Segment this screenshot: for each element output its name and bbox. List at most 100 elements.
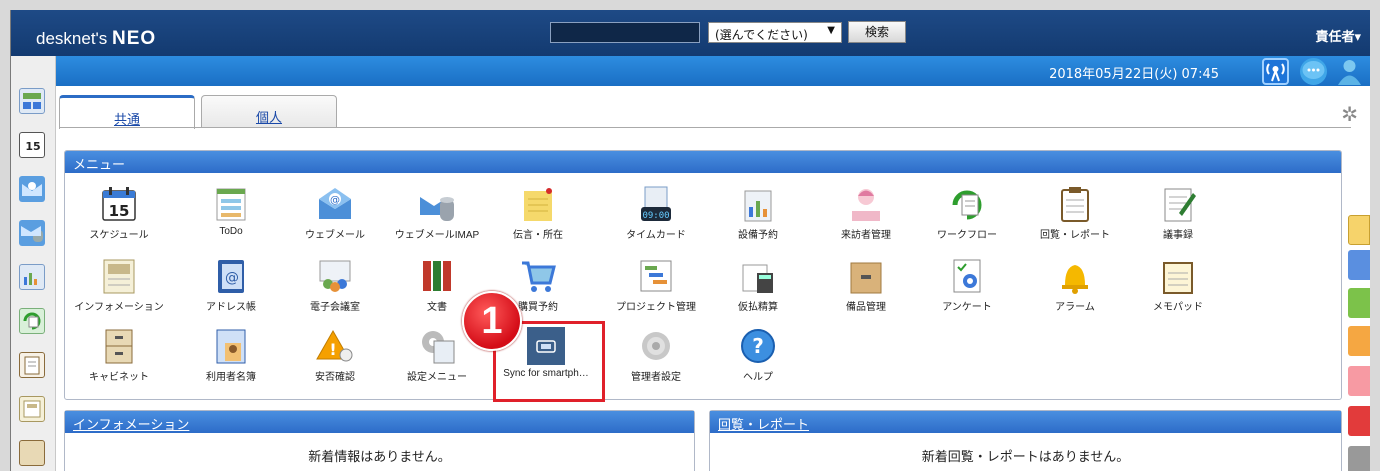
app-label: 伝言・所在: [513, 230, 563, 241]
app-circular-report[interactable]: 回覧・レポート: [1025, 185, 1125, 241]
right-widget-red[interactable]: [1348, 406, 1370, 436]
right-widget-memo[interactable]: [1348, 215, 1370, 245]
user-icon[interactable]: [1336, 58, 1363, 85]
app-label: ヘルプ: [743, 372, 773, 383]
top-header: desknet's NEO (選んでください) ▼ 検索 責任者▾: [11, 10, 1370, 56]
app-timecard[interactable]: 09:00 タイムカード: [606, 185, 706, 241]
logo[interactable]: desknet's NEO: [36, 28, 156, 50]
tab-divider: [59, 127, 1351, 128]
app-message[interactable]: 伝言・所在: [488, 185, 588, 241]
app-facility[interactable]: 設備予約: [708, 185, 808, 241]
app-webmail-imap[interactable]: ウェブメールIMAP: [387, 185, 487, 241]
app-visitor[interactable]: 来訪者管理: [816, 185, 916, 241]
app-label: スケジュール: [89, 230, 149, 241]
sidebar-cabinet-icon[interactable]: [19, 440, 45, 466]
app-schedule[interactable]: 15 スケジュール: [69, 185, 169, 241]
search-button[interactable]: 検索: [848, 21, 906, 43]
memo-icon: [519, 185, 557, 223]
svg-text:15: 15: [109, 202, 130, 220]
sidebar-calendar-icon[interactable]: 15: [19, 132, 45, 158]
gear-icon[interactable]: ✲: [1341, 102, 1358, 126]
app-expense[interactable]: 仮払精算: [708, 257, 808, 313]
svg-text:?: ?: [752, 334, 764, 358]
app-cabinet[interactable]: キャビネット: [69, 327, 169, 383]
information-empty-message: 新着情報はありません。: [308, 450, 451, 465]
information-panel-link[interactable]: インフォメーション: [73, 418, 189, 433]
sidebar-mail-imap-icon[interactable]: [19, 220, 45, 246]
right-widget-orange[interactable]: [1348, 326, 1370, 356]
webmail-icon: @: [316, 185, 354, 223]
app-alarm[interactable]: アラーム: [1025, 257, 1125, 313]
right-widget-green[interactable]: [1348, 288, 1370, 318]
app-webmail[interactable]: @ ウェブメール: [285, 185, 385, 241]
app-label: 安否確認: [315, 372, 355, 383]
cabinet-icon: [100, 327, 138, 365]
sidebar-report-icon[interactable]: [19, 352, 45, 378]
app-label: 設定メニュー: [407, 372, 467, 383]
chat-icon[interactable]: [1300, 58, 1327, 85]
app-user-directory[interactable]: 利用者名簿: [181, 327, 281, 383]
information-panel: インフォメーション 新着情報はありません。: [64, 410, 695, 471]
menu-panel-header: メニュー: [65, 151, 1341, 173]
app-conference[interactable]: 電子会議室: [285, 257, 385, 313]
app-label: 回覧・レポート: [1040, 230, 1110, 241]
right-widget-pink[interactable]: [1348, 366, 1370, 396]
sidebar-facility-icon[interactable]: [19, 264, 45, 290]
circular-panel: 回覧・レポート 新着回覧・レポートはありません。: [709, 410, 1342, 471]
app-minutes[interactable]: 議事録: [1128, 185, 1228, 241]
app-information[interactable]: インフォメーション: [69, 257, 169, 313]
svg-text:09:00: 09:00: [642, 211, 669, 221]
admin-gear-icon: [637, 327, 675, 365]
help-icon: ?: [739, 327, 777, 365]
document-icon: [418, 257, 456, 295]
app-equipment[interactable]: 備品管理: [816, 257, 916, 313]
circular-empty-message: 新着回覧・レポートはありません。: [921, 450, 1130, 465]
todo-icon: [212, 185, 250, 223]
status-bar: 2018年05月22日(火) 07:45: [56, 56, 1370, 86]
user-menu[interactable]: 責任者▾: [1315, 26, 1361, 45]
app-label: アドレス帳: [206, 302, 256, 313]
current-datetime: 2018年05月22日(火) 07:45: [1049, 67, 1219, 82]
tab-common[interactable]: 共通: [59, 95, 195, 129]
menu-panel: メニュー 15 スケジュール ToDo @ ウェブメール ウェブメールIMAP: [64, 150, 1342, 402]
app-project[interactable]: プロジェクト管理: [606, 257, 706, 313]
safety-icon: !: [316, 327, 354, 365]
app-admin-settings[interactable]: 管理者設定: [606, 327, 706, 383]
app-label: 電子会議室: [310, 302, 360, 313]
circular-panel-link[interactable]: 回覧・レポート: [718, 418, 809, 433]
conference-icon: [316, 257, 354, 295]
logo-text: desknet's: [36, 29, 108, 48]
logo-neo: NEO: [112, 28, 157, 49]
right-widget-blue[interactable]: [1348, 250, 1370, 280]
app-survey[interactable]: アンケート: [917, 257, 1017, 313]
app-workflow[interactable]: ワークフロー: [917, 185, 1017, 241]
sidebar-portal-icon[interactable]: [19, 88, 45, 114]
user-directory-icon: [212, 327, 250, 365]
memopad-icon: [1159, 257, 1197, 295]
search-input[interactable]: [550, 22, 700, 43]
sidebar-information-icon[interactable]: [19, 396, 45, 422]
right-widget-gray[interactable]: [1348, 446, 1370, 471]
app-help[interactable]: ? ヘルプ: [708, 327, 808, 383]
app-label: 来訪者管理: [841, 230, 891, 241]
cart-icon: [519, 257, 557, 295]
app-memopad[interactable]: メモパッド: [1128, 257, 1228, 313]
svg-text:@: @: [330, 195, 340, 206]
search-category-select[interactable]: (選んでください) ▼: [708, 22, 842, 43]
step-number-badge: 1: [462, 291, 522, 351]
antenna-icon[interactable]: [1262, 58, 1289, 85]
timecard-icon: 09:00: [637, 185, 675, 223]
tab-personal[interactable]: 個人: [201, 95, 337, 128]
app-window: desknet's NEO (選んでください) ▼ 検索 責任者▾ 2018年0…: [10, 10, 1370, 471]
sidebar: 15: [11, 56, 56, 471]
svg-text:@: @: [225, 270, 239, 286]
sidebar-workflow-icon[interactable]: [19, 308, 45, 334]
app-address-book[interactable]: @ アドレス帳: [181, 257, 281, 313]
sidebar-mail-icon[interactable]: [19, 176, 45, 202]
svg-text:!: !: [329, 340, 336, 359]
app-label: 仮払精算: [738, 302, 778, 313]
box-icon: [847, 257, 885, 295]
app-safety[interactable]: ! 安否確認: [285, 327, 385, 383]
app-label: タイムカード: [626, 230, 686, 241]
app-todo[interactable]: ToDo: [181, 185, 281, 237]
